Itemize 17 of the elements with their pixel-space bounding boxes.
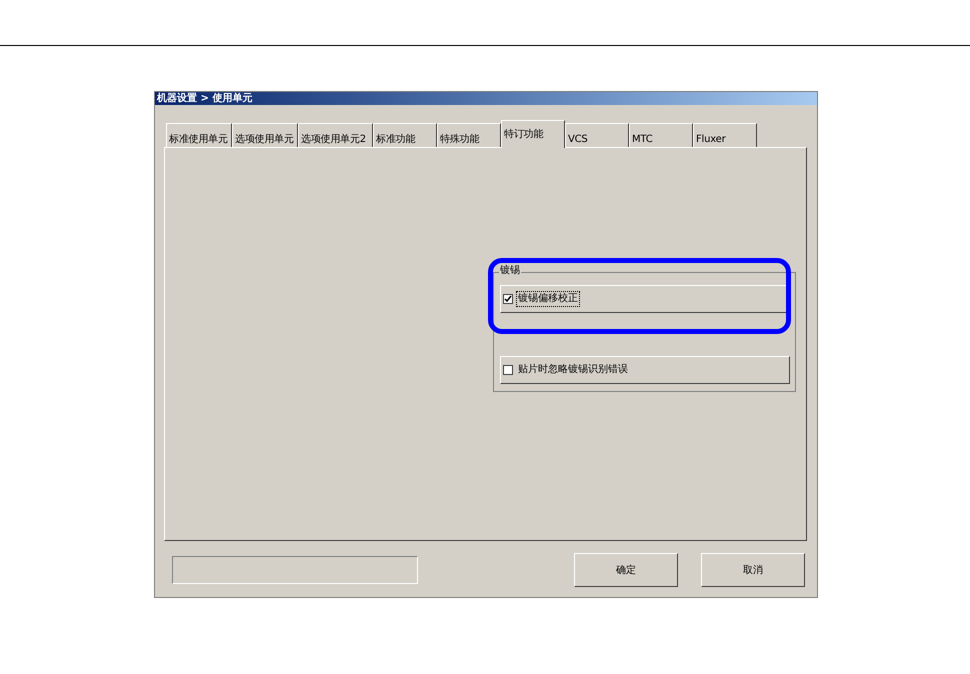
dialog-button[interactable]: 确定 xyxy=(574,553,678,587)
group-title: 镀锡 xyxy=(499,266,521,276)
checkbox-label: 贴片时忽略镀锡识别错误 xyxy=(517,362,629,377)
dialog-button[interactable]: 取消 xyxy=(701,553,805,587)
tab[interactable]: 特订功能 xyxy=(501,120,565,148)
tab[interactable]: 选项使用单元 xyxy=(232,123,298,147)
tab[interactable]: Fluxer xyxy=(693,123,757,147)
tab[interactable]: 标准功能 xyxy=(373,123,437,147)
tab[interactable]: 特殊功能 xyxy=(437,123,501,147)
tab[interactable]: 标准使用单元 xyxy=(166,123,232,147)
window-title: 机器设置 > 使用单元 xyxy=(157,94,252,104)
checkbox[interactable] xyxy=(503,365,513,375)
checkbox-label: 镀锡偏移校正 xyxy=(516,291,580,307)
tab[interactable]: 选项使用单元2 xyxy=(298,123,373,147)
checkbox[interactable] xyxy=(503,294,513,304)
tab[interactable]: VCS xyxy=(565,123,629,147)
tab[interactable]: MTC xyxy=(629,123,693,147)
